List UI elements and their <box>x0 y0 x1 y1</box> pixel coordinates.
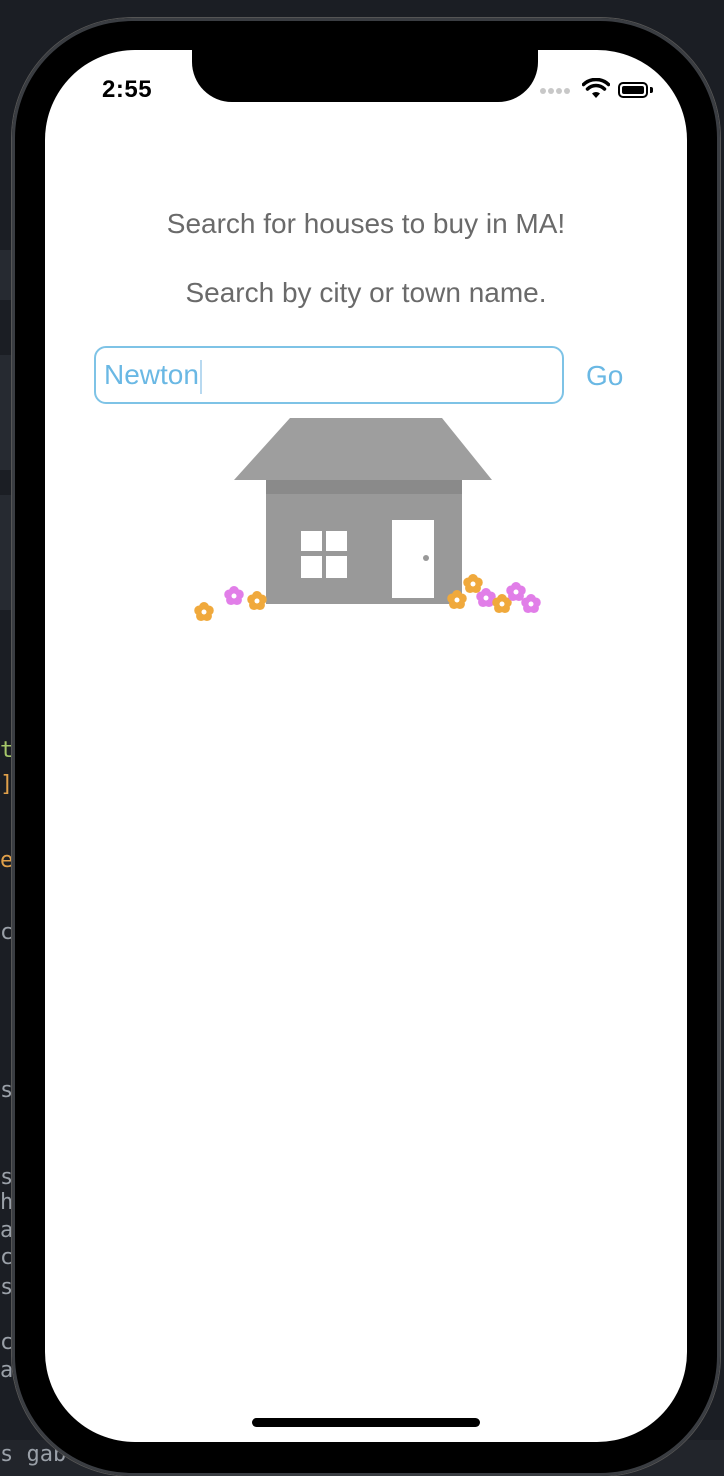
house-icon <box>234 418 492 604</box>
flower-icon <box>506 582 526 602</box>
notch <box>192 50 538 102</box>
wifi-icon <box>582 78 610 98</box>
flower-icon <box>247 591 267 611</box>
status-time: 2:55 <box>102 76 153 103</box>
instruction-text: Search by city or town name. <box>185 277 547 308</box>
text-cursor <box>199 359 202 394</box>
house-illustration <box>194 418 541 622</box>
headline-text: Search for houses to buy in MA! <box>166 208 566 239</box>
app-screen <box>45 50 687 1442</box>
city-search-input[interactable]: Newton <box>94 346 564 404</box>
flower-icon <box>463 574 483 594</box>
flower-icon <box>194 602 214 622</box>
search-input-value: Newton <box>104 359 199 390</box>
status-indicators <box>540 78 658 102</box>
battery-cap <box>650 87 653 93</box>
cellular-signal-icon <box>556 88 562 94</box>
flower-icon <box>224 586 244 606</box>
flower-icon <box>521 594 541 614</box>
home-indicator[interactable] <box>252 1418 480 1427</box>
cellular-signal-icon <box>564 88 570 94</box>
cellular-signal-icon <box>548 88 554 94</box>
cellular-signal-icon <box>540 88 546 94</box>
battery-icon <box>618 82 648 98</box>
go-button[interactable]: Go <box>586 360 623 392</box>
